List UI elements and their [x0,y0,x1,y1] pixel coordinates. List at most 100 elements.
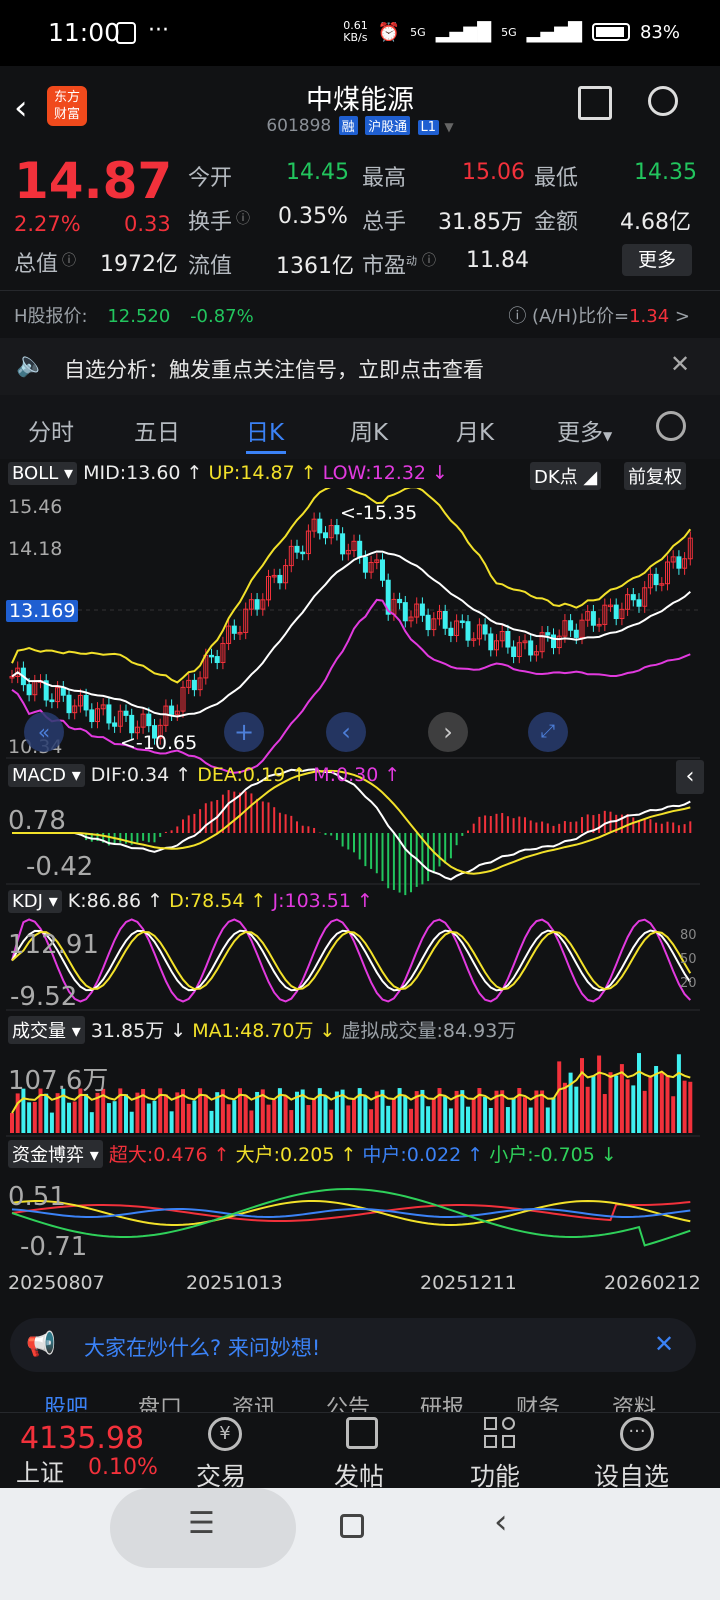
amount-value: 4.68亿 [620,210,691,235]
adjust-button[interactable]: 前复权 [624,462,686,490]
tab-more[interactable]: 更多▼ [557,413,612,447]
mktcap-label: 总值 [14,252,59,277]
connect-tag: 沪股通 [365,116,411,135]
hshare-label: H股报价: [14,306,88,327]
tab-daily-k[interactable]: 日K [246,413,284,447]
status-time: 11:00 [48,18,121,47]
collapse-icon[interactable]: ‹ [676,760,704,794]
sub-tab-forum[interactable]: 股吧 [44,1390,88,1412]
menu-icon[interactable]: ☰ [188,1506,215,1541]
zoom-out-icon[interactable]: « [24,712,64,752]
hshare-row: H股报价: 12.520 -0.87% [14,302,254,328]
dk-point-button[interactable]: DK点 ◢ [530,462,602,490]
volume-value: 31.85万 [438,210,523,235]
signal-5g-2: 5G [501,25,517,39]
tab-monthly-k[interactable]: 月K [456,413,494,447]
signal-icon: ▂▄▆█ [435,21,492,43]
divider [0,290,720,291]
more-button[interactable]: 更多 [622,244,692,276]
share-icon[interactable] [578,86,612,120]
boll-select[interactable]: BOLL ▾ [8,462,78,485]
stock-header: ‹ 东方 财富 中煤能源 601898 融 沪股通 L1 ▼ [0,66,720,146]
fund-y-bottom: -0.71 [20,1232,88,1262]
fund-mid: 中户:0.022 [362,1144,462,1166]
boll-up: UP:14.87 [208,462,295,484]
info-icon-3[interactable]: ⓘ [422,250,436,270]
alert-bar[interactable]: 🔈 自选分析：触发重点关注信号，立即点击查看 ✕ [0,338,720,396]
caret-icon: ▼ [603,429,613,443]
fund-select[interactable]: 资金博弈 ▾ [8,1140,103,1168]
kdj-y-bottom: -9.52 [10,982,78,1012]
sub-tab-finance[interactable]: 财务 [516,1390,560,1412]
notification-icon [116,22,136,44]
fund-big: 大户:0.205 [235,1144,335,1166]
ask-close-icon[interactable]: ✕ [654,1330,674,1358]
date-label-1: 20250807 [8,1272,105,1294]
active-tab-indicator [246,451,286,454]
date-label-4: 20260212 [604,1272,701,1294]
dk-label: DK点 [534,467,578,488]
system-nav-bar: ☰ ‹ [0,1488,720,1600]
sub-tab-announce[interactable]: 公告 [326,1390,370,1412]
back-nav-icon[interactable]: ‹ [494,1502,508,1542]
stock-code: 601898 [266,116,332,136]
post-icon[interactable] [346,1417,378,1449]
next-icon[interactable]: › [428,712,468,752]
low-label: 最低 [534,166,579,191]
tab-weekly-k[interactable]: 周K [350,413,388,447]
volume-select[interactable]: 成交量 ▾ [8,1016,85,1044]
battery-icon [591,23,630,41]
dropdown-icon[interactable]: ▼ [444,120,453,134]
float-label: 流值 [188,254,233,279]
index-name: 上证 [16,1459,64,1487]
kdj-name: KDJ [12,891,43,912]
add-watch-icon[interactable]: ··· [620,1417,654,1451]
megaphone-icon: 📢 [26,1330,56,1358]
home-icon[interactable] [340,1514,364,1538]
y-label-top: 15.46 [8,496,63,518]
ask-bar[interactable]: 📢 大家在炒什么? 来问妙想! ✕ [10,1318,696,1372]
open-value: 14.45 [286,160,349,185]
info-icon[interactable]: ⓘ [62,250,76,270]
volume-y-top: 107.6万 [8,1066,109,1096]
ah-label: (A/H)比价= [532,306,630,327]
fund-y-top: 0.51 [8,1182,66,1212]
macd-select[interactable]: MACD ▾ [8,764,85,787]
prev-icon[interactable]: ‹ [326,712,366,752]
signal-5g-1: 5G [410,25,426,39]
index-value[interactable]: 4135.98 [20,1421,144,1456]
fullscreen-icon[interactable]: ⤢ [528,712,568,752]
tab-5day[interactable]: 五日 [134,413,180,447]
sub-tab-orderbook[interactable]: 盘口 [138,1390,182,1412]
volume-legend: 成交量 ▾ 31.85万 ↓ MA1:48.70万 ↓ 虚拟成交量:84.93万 [8,1016,516,1044]
hshare-price: 12.520 [107,306,171,327]
zoom-in-icon[interactable]: + [224,712,264,752]
margin-tag: 融 [338,116,358,135]
float-value: 1361亿 [276,254,354,279]
high-value: 15.06 [462,160,525,185]
battery-pct: 83% [639,21,680,43]
grid-icon[interactable] [484,1417,516,1449]
status-icons: 0.61 KB/s ⏰ 5G ▂▄▆█ 5G ▂▄▆█ 83% [343,20,680,44]
close-icon[interactable]: ✕ [670,350,690,378]
fund-legend: 资金博弈 ▾ 超大:0.476 ↑ 大户:0.205 ↑ 中户:0.022 ↑ … [8,1140,617,1168]
kdj-y-top: 112.91 [8,930,99,960]
change-amount: 0.33 [124,212,171,236]
macd-dif: DIF:0.34 [90,764,170,786]
boll-low: LOW:12.32 [322,462,427,484]
settings-icon[interactable] [656,411,686,441]
ah-ratio[interactable]: ⓘ (A/H)比价=1.34 > [508,302,690,328]
sub-tab-research[interactable]: 研报 [420,1390,464,1412]
kdj-ref-50: 50 [680,952,697,967]
candles [9,488,693,1247]
search-icon[interactable] [648,86,678,116]
sub-tab-news[interactable]: 资讯 [232,1390,276,1412]
fund-super: 超大:0.476 [108,1144,208,1166]
boll-name: BOLL [12,463,59,484]
tab-intraday[interactable]: 分时 [28,413,74,447]
sub-tab-profile[interactable]: 资料 [612,1390,656,1412]
trade-icon[interactable]: ¥ [208,1417,242,1451]
kdj-select[interactable]: KDJ ▾ [8,890,62,913]
pe-label-text: 市盈 [362,254,407,279]
info-icon-2[interactable]: ⓘ [236,208,250,228]
